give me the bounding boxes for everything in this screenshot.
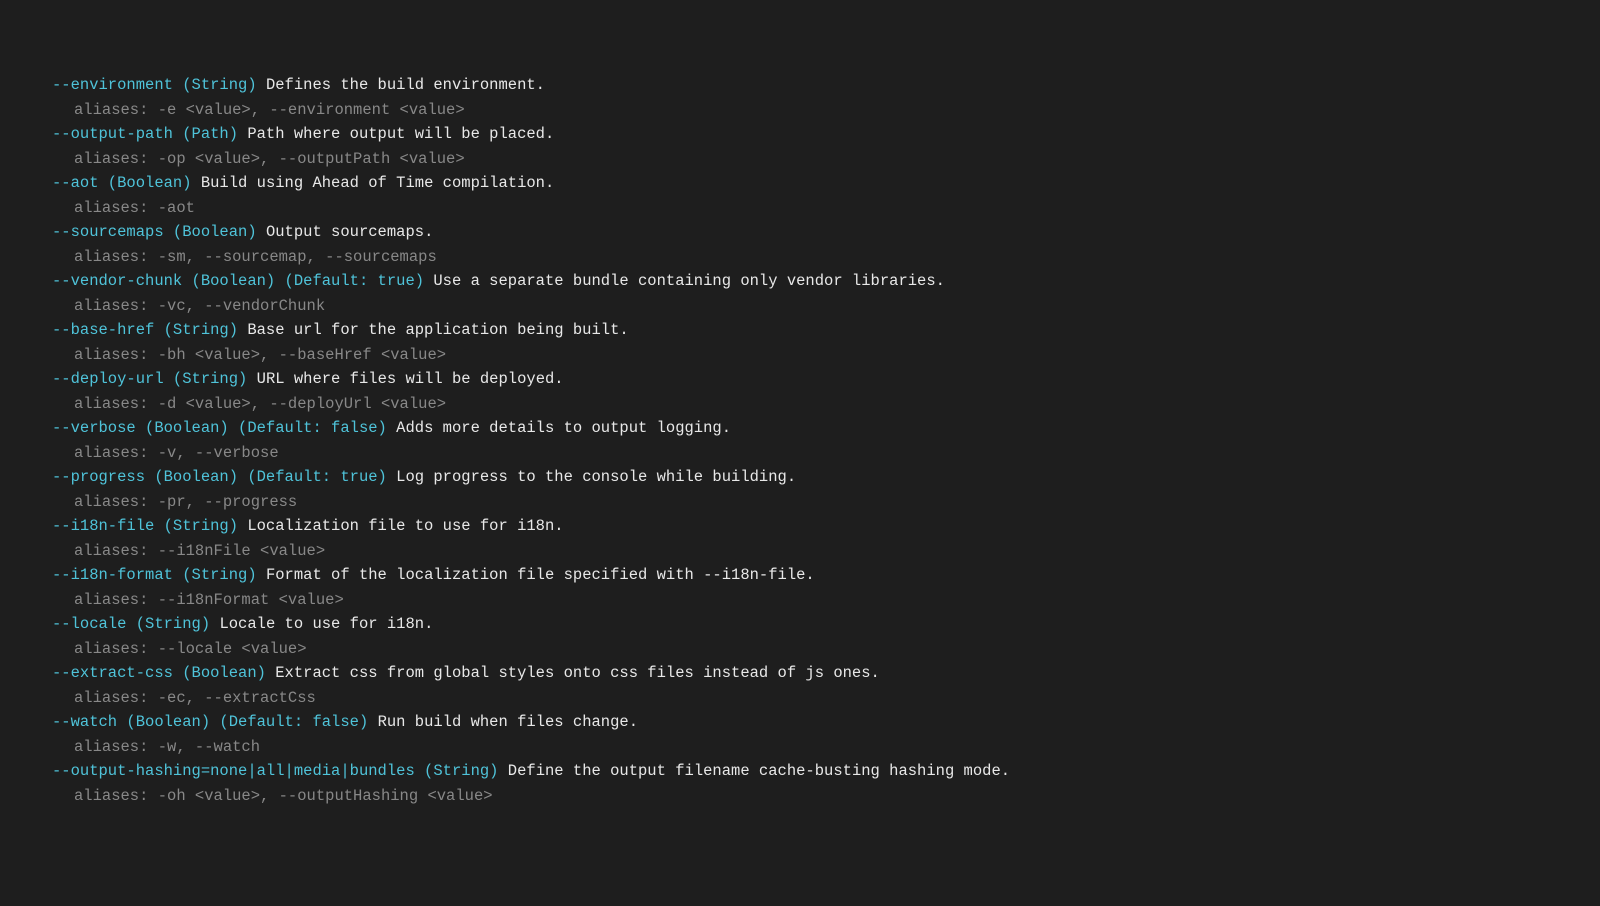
option-description: Output sourcemaps. <box>257 223 434 241</box>
option-description: Build using Ahead of Time compilation. <box>192 174 555 192</box>
option-line: --environment (String) Defines the build… <box>52 73 1600 97</box>
option-aliases: aliases: -e <value>, --environment <valu… <box>52 98 1600 122</box>
option-flag: --extract-css (Boolean) <box>52 664 266 682</box>
option-aliases: aliases: -ec, --extractCss <box>52 686 1600 710</box>
option-aliases: aliases: -vc, --vendorChunk <box>52 294 1600 318</box>
option-flag: --base-href (String) <box>52 321 238 339</box>
option-line: --aot (Boolean) Build using Ahead of Tim… <box>52 171 1600 195</box>
option-flag: --i18n-file (String) <box>52 517 238 535</box>
option-aliases: aliases: -w, --watch <box>52 735 1600 759</box>
option-aliases: aliases: -sm, --sourcemap, --sourcemaps <box>52 245 1600 269</box>
option-flag: --deploy-url (String) <box>52 370 247 388</box>
terminal-output: --environment (String) Defines the build… <box>52 73 1600 808</box>
option-flag: --sourcemaps (Boolean) <box>52 223 257 241</box>
option-aliases: aliases: -oh <value>, --outputHashing <v… <box>52 784 1600 808</box>
option-line: --watch (Boolean) (Default: false) Run b… <box>52 710 1600 734</box>
option-line: --deploy-url (String) URL where files wi… <box>52 367 1600 391</box>
option-description: Format of the localization file specifie… <box>257 566 815 584</box>
option-aliases: aliases: -aot <box>52 196 1600 220</box>
option-aliases: aliases: -d <value>, --deployUrl <value> <box>52 392 1600 416</box>
option-flag: --environment (String) <box>52 76 257 94</box>
option-line: --output-hashing=none|all|media|bundles … <box>52 759 1600 783</box>
option-description: Extract css from global styles onto css … <box>266 664 880 682</box>
option-description: Define the output filename cache-busting… <box>498 762 1010 780</box>
option-line: --i18n-format (String) Format of the loc… <box>52 563 1600 587</box>
option-description: URL where files will be deployed. <box>247 370 563 388</box>
option-line: --vendor-chunk (Boolean) (Default: true)… <box>52 269 1600 293</box>
option-line: --locale (String) Locale to use for i18n… <box>52 612 1600 636</box>
option-line: --verbose (Boolean) (Default: false) Add… <box>52 416 1600 440</box>
option-description: Locale to use for i18n. <box>210 615 433 633</box>
option-flag: --locale (String) <box>52 615 210 633</box>
option-flag: --i18n-format (String) <box>52 566 257 584</box>
option-description: Defines the build environment. <box>257 76 545 94</box>
option-aliases: aliases: --locale <value> <box>52 637 1600 661</box>
option-aliases: aliases: -pr, --progress <box>52 490 1600 514</box>
option-aliases: aliases: --i18nFile <value> <box>52 539 1600 563</box>
option-description: Adds more details to output logging. <box>387 419 731 437</box>
option-aliases: aliases: -op <value>, --outputPath <valu… <box>52 147 1600 171</box>
option-aliases: aliases: --i18nFormat <value> <box>52 588 1600 612</box>
option-flag: --progress (Boolean) (Default: true) <box>52 468 387 486</box>
option-line: --sourcemaps (Boolean) Output sourcemaps… <box>52 220 1600 244</box>
option-description: Log progress to the console while buildi… <box>387 468 796 486</box>
option-description: Use a separate bundle containing only ve… <box>424 272 945 290</box>
option-aliases: aliases: -v, --verbose <box>52 441 1600 465</box>
option-line: --output-path (Path) Path where output w… <box>52 122 1600 146</box>
option-flag: --output-path (Path) <box>52 125 238 143</box>
option-description: Run build when files change. <box>368 713 638 731</box>
option-flag: --aot (Boolean) <box>52 174 192 192</box>
option-line: --base-href (String) Base url for the ap… <box>52 318 1600 342</box>
option-flag: --vendor-chunk (Boolean) (Default: true) <box>52 272 424 290</box>
option-aliases: aliases: -bh <value>, --baseHref <value> <box>52 343 1600 367</box>
option-flag: --verbose (Boolean) (Default: false) <box>52 419 387 437</box>
option-line: --progress (Boolean) (Default: true) Log… <box>52 465 1600 489</box>
option-flag: --watch (Boolean) (Default: false) <box>52 713 368 731</box>
option-line: --extract-css (Boolean) Extract css from… <box>52 661 1600 685</box>
option-line: --i18n-file (String) Localization file t… <box>52 514 1600 538</box>
option-description: Path where output will be placed. <box>238 125 554 143</box>
option-description: Localization file to use for i18n. <box>238 517 564 535</box>
option-flag: --output-hashing=none|all|media|bundles … <box>52 762 498 780</box>
option-description: Base url for the application being built… <box>238 321 629 339</box>
